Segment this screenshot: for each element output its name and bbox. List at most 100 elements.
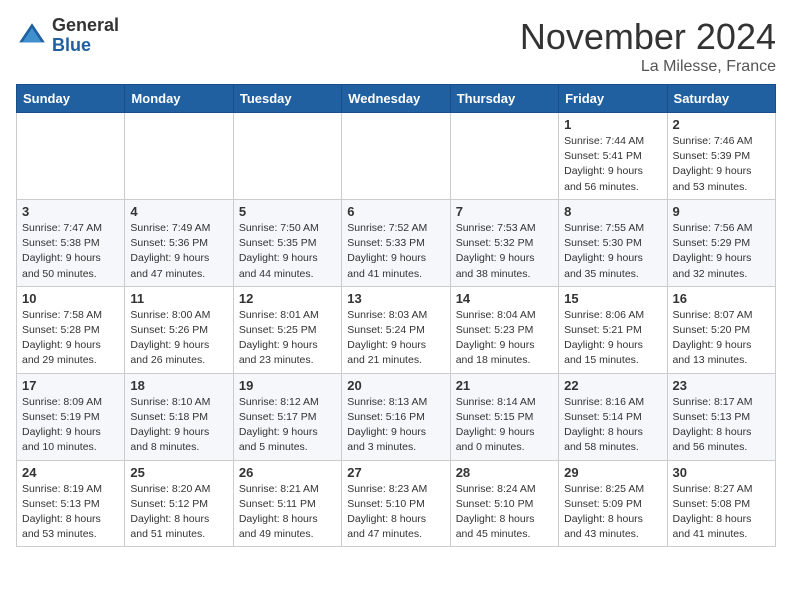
day-number: 20 — [347, 378, 444, 393]
calendar-week-row: 17 Sunrise: 8:09 AM Sunset: 5:19 PM Dayli… — [17, 373, 776, 460]
calendar-cell: 28Sunrise: 8:24 AM Sunset: 5:10 PM Dayli… — [450, 460, 558, 547]
calendar-cell: 4Sunrise: 7:49 AM Sunset: 5:36 PM Daylig… — [125, 199, 233, 286]
day-info: Sunrise: 8:25 AM Sunset: 5:09 PM Dayligh… — [564, 482, 661, 543]
day-info: Sunrise: 8:19 AM Sunset: 5:13 PM Dayligh… — [22, 482, 119, 543]
calendar-cell: 27Sunrise: 8:23 AM Sunset: 5:10 PM Dayli… — [342, 460, 450, 547]
day-number: 25 — [130, 465, 227, 480]
day-number: 14 — [456, 291, 553, 306]
day-info: Sunrise: 7:52 AM Sunset: 5:33 PM Dayligh… — [347, 221, 444, 282]
calendar-cell — [17, 113, 125, 200]
day-info: Sunrise: 8:06 AM Sunset: 5:21 PM Dayligh… — [564, 308, 661, 369]
day-info: Sunrise: 8:03 AM Sunset: 5:24 PM Dayligh… — [347, 308, 444, 369]
day-number: 7 — [456, 204, 553, 219]
day-number: 10 — [22, 291, 119, 306]
title-block: November 2024 La Milesse, France — [520, 16, 776, 76]
calendar-cell: 16 Sunrise: 8:07 AM Sunset: 5:20 PM Dayli… — [667, 286, 775, 373]
day-info: Sunrise: 7:50 AM Sunset: 5:35 PM Dayligh… — [239, 221, 336, 282]
day-info: Sunrise: 7:46 AM Sunset: 5:39 PM Dayligh… — [673, 134, 770, 195]
day-info: Sunrise: 8:17 AM Sunset: 5:13 PM Dayligh… — [673, 395, 770, 456]
calendar-week-row: 24 Sunrise: 8:19 AM Sunset: 5:13 PM Dayli… — [17, 460, 776, 547]
day-info: Sunrise: 8:10 AM Sunset: 5:18 PM Dayligh… — [130, 395, 227, 456]
day-number: 30 — [673, 465, 770, 480]
calendar-week-row: 1 Sunrise: 7:44 AM Sunset: 5:41 PM Daylig… — [17, 113, 776, 200]
day-number: 26 — [239, 465, 336, 480]
calendar-week-row: 3Sunrise: 7:47 AM Sunset: 5:38 PM Daylig… — [17, 199, 776, 286]
month-title: November 2024 — [520, 16, 776, 58]
calendar-cell: 13 Sunrise: 8:03 AM Sunset: 5:24 PM Dayli… — [342, 286, 450, 373]
weekday-header-row: SundayMondayTuesdayWednesdayThursdayFrid… — [17, 85, 776, 113]
day-number: 2 — [673, 117, 770, 132]
page-header: General Blue November 2024 La Milesse, F… — [16, 16, 776, 76]
calendar-cell: 18 Sunrise: 8:10 AM Sunset: 5:18 PM Dayli… — [125, 373, 233, 460]
calendar-cell: 11 Sunrise: 8:00 AM Sunset: 5:26 PM Dayli… — [125, 286, 233, 373]
day-info: Sunrise: 8:20 AM Sunset: 5:12 PM Dayligh… — [130, 482, 227, 543]
day-number: 22 — [564, 378, 661, 393]
weekday-header: Friday — [559, 85, 667, 113]
logo: General Blue — [16, 16, 119, 56]
day-number: 17 — [22, 378, 119, 393]
day-info: Sunrise: 8:07 AM Sunset: 5:20 PM Dayligh… — [673, 308, 770, 369]
day-info: Sunrise: 7:53 AM Sunset: 5:32 PM Dayligh… — [456, 221, 553, 282]
calendar-cell — [450, 113, 558, 200]
day-info: Sunrise: 8:27 AM Sunset: 5:08 PM Dayligh… — [673, 482, 770, 543]
calendar-cell: 3Sunrise: 7:47 AM Sunset: 5:38 PM Daylig… — [17, 199, 125, 286]
day-info: Sunrise: 7:55 AM Sunset: 5:30 PM Dayligh… — [564, 221, 661, 282]
day-info: Sunrise: 8:12 AM Sunset: 5:17 PM Dayligh… — [239, 395, 336, 456]
day-number: 16 — [673, 291, 770, 306]
day-number: 29 — [564, 465, 661, 480]
day-info: Sunrise: 8:00 AM Sunset: 5:26 PM Dayligh… — [130, 308, 227, 369]
day-number: 12 — [239, 291, 336, 306]
day-info: Sunrise: 8:23 AM Sunset: 5:10 PM Dayligh… — [347, 482, 444, 543]
calendar-week-row: 10Sunrise: 7:58 AM Sunset: 5:28 PM Dayli… — [17, 286, 776, 373]
day-number: 5 — [239, 204, 336, 219]
day-number: 18 — [130, 378, 227, 393]
calendar-cell: 20Sunrise: 8:13 AM Sunset: 5:16 PM Dayli… — [342, 373, 450, 460]
calendar-cell: 6 Sunrise: 7:52 AM Sunset: 5:33 PM Daylig… — [342, 199, 450, 286]
calendar-cell: 2 Sunrise: 7:46 AM Sunset: 5:39 PM Daylig… — [667, 113, 775, 200]
calendar-cell: 21Sunrise: 8:14 AM Sunset: 5:15 PM Dayli… — [450, 373, 558, 460]
day-info: Sunrise: 7:44 AM Sunset: 5:41 PM Dayligh… — [564, 134, 661, 195]
day-number: 13 — [347, 291, 444, 306]
weekday-header: Saturday — [667, 85, 775, 113]
day-number: 21 — [456, 378, 553, 393]
day-number: 1 — [564, 117, 661, 132]
logo-blue: Blue — [52, 36, 119, 56]
day-number: 19 — [239, 378, 336, 393]
calendar-cell: 17 Sunrise: 8:09 AM Sunset: 5:19 PM Dayli… — [17, 373, 125, 460]
calendar-cell: 14Sunrise: 8:04 AM Sunset: 5:23 PM Dayli… — [450, 286, 558, 373]
day-info: Sunrise: 8:01 AM Sunset: 5:25 PM Dayligh… — [239, 308, 336, 369]
calendar-cell: 24 Sunrise: 8:19 AM Sunset: 5:13 PM Dayli… — [17, 460, 125, 547]
weekday-header: Wednesday — [342, 85, 450, 113]
day-number: 15 — [564, 291, 661, 306]
logo-text: General Blue — [52, 16, 119, 56]
day-number: 6 — [347, 204, 444, 219]
day-info: Sunrise: 8:21 AM Sunset: 5:11 PM Dayligh… — [239, 482, 336, 543]
calendar-cell: 25 Sunrise: 8:20 AM Sunset: 5:12 PM Dayli… — [125, 460, 233, 547]
weekday-header: Thursday — [450, 85, 558, 113]
calendar-cell: 5 Sunrise: 7:50 AM Sunset: 5:35 PM Daylig… — [233, 199, 341, 286]
calendar-cell: 22 Sunrise: 8:16 AM Sunset: 5:14 PM Dayli… — [559, 373, 667, 460]
calendar-cell: 19 Sunrise: 8:12 AM Sunset: 5:17 PM Dayli… — [233, 373, 341, 460]
location: La Milesse, France — [520, 58, 776, 76]
calendar-cell: 23Sunrise: 8:17 AM Sunset: 5:13 PM Dayli… — [667, 373, 775, 460]
calendar-cell: 7 Sunrise: 7:53 AM Sunset: 5:32 PM Daylig… — [450, 199, 558, 286]
calendar-cell: 8Sunrise: 7:55 AM Sunset: 5:30 PM Daylig… — [559, 199, 667, 286]
calendar-table: SundayMondayTuesdayWednesdayThursdayFrid… — [16, 84, 776, 547]
day-info: Sunrise: 7:49 AM Sunset: 5:36 PM Dayligh… — [130, 221, 227, 282]
logo-general: General — [52, 16, 119, 36]
calendar-cell: 1 Sunrise: 7:44 AM Sunset: 5:41 PM Daylig… — [559, 113, 667, 200]
weekday-header: Tuesday — [233, 85, 341, 113]
calendar-cell: 26 Sunrise: 8:21 AM Sunset: 5:11 PM Dayli… — [233, 460, 341, 547]
weekday-header: Sunday — [17, 85, 125, 113]
calendar-cell: 29 Sunrise: 8:25 AM Sunset: 5:09 PM Dayli… — [559, 460, 667, 547]
day-info: Sunrise: 8:09 AM Sunset: 5:19 PM Dayligh… — [22, 395, 119, 456]
calendar-cell: 30 Sunrise: 8:27 AM Sunset: 5:08 PM Dayli… — [667, 460, 775, 547]
day-number: 11 — [130, 291, 227, 306]
day-info: Sunrise: 8:16 AM Sunset: 5:14 PM Dayligh… — [564, 395, 661, 456]
day-number: 28 — [456, 465, 553, 480]
calendar-cell: 12 Sunrise: 8:01 AM Sunset: 5:25 PM Dayli… — [233, 286, 341, 373]
calendar-cell: 9 Sunrise: 7:56 AM Sunset: 5:29 PM Daylig… — [667, 199, 775, 286]
day-number: 9 — [673, 204, 770, 219]
day-info: Sunrise: 7:56 AM Sunset: 5:29 PM Dayligh… — [673, 221, 770, 282]
day-number: 24 — [22, 465, 119, 480]
